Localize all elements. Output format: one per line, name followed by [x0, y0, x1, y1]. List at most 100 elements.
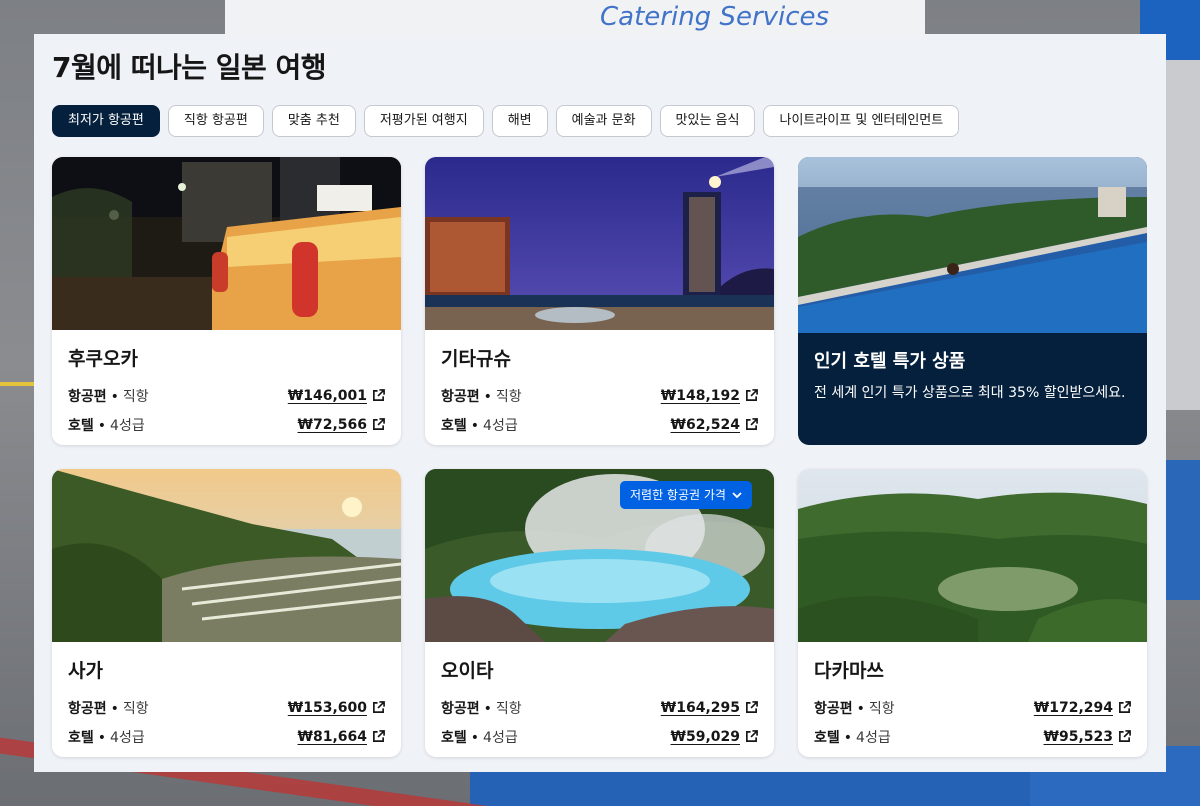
hotel-label-text: 호텔	[441, 417, 467, 434]
destination-card-fukuoka[interactable]: 후쿠오카 항공편 • 직항 ₩146,001 호텔 • 4성급 ₩72,566	[52, 157, 401, 445]
hotel-price: ₩81,664	[297, 728, 367, 745]
separator: •	[110, 388, 119, 405]
hotel-sub: 4성급	[483, 729, 518, 746]
flight-price: ₩164,295	[660, 699, 740, 716]
destination-card-kitakyushu[interactable]: 기타규슈 항공편 • 직항 ₩148,192 호텔 • 4성급 ₩62,524	[425, 157, 774, 445]
hotel-price-link[interactable]: ₩59,029	[671, 729, 758, 745]
page-title: 7월에 떠나는 일본 여행	[52, 51, 327, 84]
destination-card-takamatsu[interactable]: 다카마쓰 항공편 • 직항 ₩172,294 호텔 • 4성급 ₩95,523	[798, 469, 1147, 757]
chip-arts-culture[interactable]: 예술과 문화	[555, 105, 652, 137]
external-link-icon	[373, 418, 385, 430]
bg-shape	[1164, 460, 1200, 600]
hotel-price-link[interactable]: ₩81,664	[298, 729, 385, 745]
hotel-label: 호텔 • 4성급	[441, 415, 518, 435]
city-name: 사가	[68, 660, 103, 682]
hotel-price: ₩62,524	[670, 416, 740, 433]
chevron-down-icon	[732, 491, 742, 498]
bg-shape	[1166, 60, 1200, 410]
chip-underrated[interactable]: 저평가된 여행지	[363, 105, 484, 137]
external-link-icon	[1119, 701, 1131, 713]
flight-label-text: 항공편	[441, 700, 480, 717]
hotel-sub: 4성급	[483, 417, 518, 434]
truck-text: Catering Services	[600, 2, 830, 32]
hotel-label-text: 호텔	[441, 729, 467, 746]
promo-image	[798, 157, 1147, 333]
flight-price-link[interactable]: ₩172,294	[1034, 700, 1131, 716]
hotel-label: 호텔 • 4성급	[68, 415, 145, 435]
destination-image	[798, 469, 1147, 642]
flight-label: 항공편 • 직항	[441, 698, 522, 718]
hotel-price: ₩95,523	[1043, 728, 1113, 745]
chip-recommended[interactable]: 맞춤 추천	[271, 105, 356, 137]
separator: •	[110, 700, 119, 717]
hotel-label: 호텔 • 4성급	[441, 727, 518, 747]
hotel-label-text: 호텔	[68, 417, 94, 434]
destination-image: 저렴한 항공권 가격	[425, 469, 774, 642]
badge-label: 저렴한 항공권 가격	[630, 488, 726, 502]
promo-card-hotel-deals[interactable]: 인기 호텔 특가 상품 전 세계 인기 특가 상품으로 최대 35% 할인받으세…	[798, 157, 1147, 445]
hotel-price: ₩59,029	[670, 728, 740, 745]
separator: •	[97, 417, 107, 434]
flight-price: ₩153,600	[287, 699, 367, 716]
separator: •	[856, 700, 865, 717]
flight-label: 항공편 • 직항	[441, 386, 522, 406]
chip-food[interactable]: 맛있는 음식	[659, 105, 756, 137]
separator: •	[483, 700, 492, 717]
separator: •	[470, 417, 480, 434]
bg-shape	[0, 382, 36, 386]
promo-description: 전 세계 인기 특가 상품으로 최대 35% 할인받으세요.	[814, 385, 1126, 401]
hotel-sub: 4성급	[110, 417, 145, 434]
chip-cheapest-flights[interactable]: 최저가 항공편	[52, 105, 160, 137]
chip-beach[interactable]: 해변	[491, 105, 548, 137]
separator: •	[483, 388, 492, 405]
chip-nightlife[interactable]: 나이트라이프 및 엔터테인먼트	[763, 105, 960, 137]
flight-label: 항공편 • 직항	[814, 698, 895, 718]
flight-sub: 직항	[122, 388, 149, 405]
separator: •	[470, 729, 480, 746]
flight-price: ₩146,001	[287, 387, 367, 404]
external-link-icon	[1119, 730, 1131, 742]
hotel-price-link[interactable]: ₩95,523	[1044, 729, 1131, 745]
external-link-icon	[373, 389, 385, 401]
hotel-label-text: 호텔	[68, 729, 94, 746]
hotel-label: 호텔 • 4성급	[68, 727, 145, 747]
destination-card-oita[interactable]: 저렴한 항공권 가격 오이타 항공편 • 직항 ₩164,295 호텔 • 4성…	[425, 469, 774, 757]
flight-label-text: 항공편	[68, 388, 107, 405]
hotel-label: 호텔 • 4성급	[814, 727, 891, 747]
flight-price-link[interactable]: ₩146,001	[288, 388, 385, 404]
filter-chips: 최저가 항공편 직항 항공편 맞춤 추천 저평가된 여행지 해변 예술과 문화 …	[52, 105, 960, 137]
flight-price-link[interactable]: ₩153,600	[288, 700, 385, 716]
separator: •	[843, 729, 853, 746]
flight-price-link[interactable]: ₩164,295	[661, 700, 758, 716]
hotel-price-link[interactable]: ₩72,566	[298, 417, 385, 433]
flight-label-text: 항공편	[441, 388, 480, 405]
flight-price: ₩172,294	[1033, 699, 1113, 716]
flight-label: 항공편 • 직항	[68, 386, 149, 406]
destination-card-saga[interactable]: 사가 항공편 • 직항 ₩153,600 호텔 • 4성급 ₩81,664	[52, 469, 401, 757]
hotel-sub: 4성급	[856, 729, 891, 746]
hotel-sub: 4성급	[110, 729, 145, 746]
city-name: 다카마쓰	[814, 660, 884, 682]
bg-shape	[470, 772, 1030, 806]
separator: •	[97, 729, 107, 746]
hotel-price-link[interactable]: ₩62,524	[671, 417, 758, 433]
external-link-icon	[746, 701, 758, 713]
external-link-icon	[746, 389, 758, 401]
hotel-label-text: 호텔	[814, 729, 840, 746]
flight-price-link[interactable]: ₩148,192	[661, 388, 758, 404]
hotel-price: ₩72,566	[297, 416, 367, 433]
destination-image	[52, 157, 401, 330]
promo-title: 인기 호텔 특가 상품	[814, 351, 966, 372]
external-link-icon	[746, 730, 758, 742]
flight-price: ₩148,192	[660, 387, 740, 404]
destination-image	[52, 469, 401, 642]
destination-image	[425, 157, 774, 330]
flight-sub: 직항	[495, 700, 522, 717]
external-link-icon	[373, 730, 385, 742]
chip-direct-flights[interactable]: 직항 항공편	[167, 105, 264, 137]
flight-sub: 직항	[122, 700, 149, 717]
japan-travel-panel: 7월에 떠나는 일본 여행 최저가 항공편 직항 항공편 맞춤 추천 저평가된 …	[34, 34, 1166, 772]
cheap-fare-badge[interactable]: 저렴한 항공권 가격	[620, 481, 752, 509]
flight-sub: 직항	[868, 700, 895, 717]
city-name: 오이타	[441, 660, 494, 682]
